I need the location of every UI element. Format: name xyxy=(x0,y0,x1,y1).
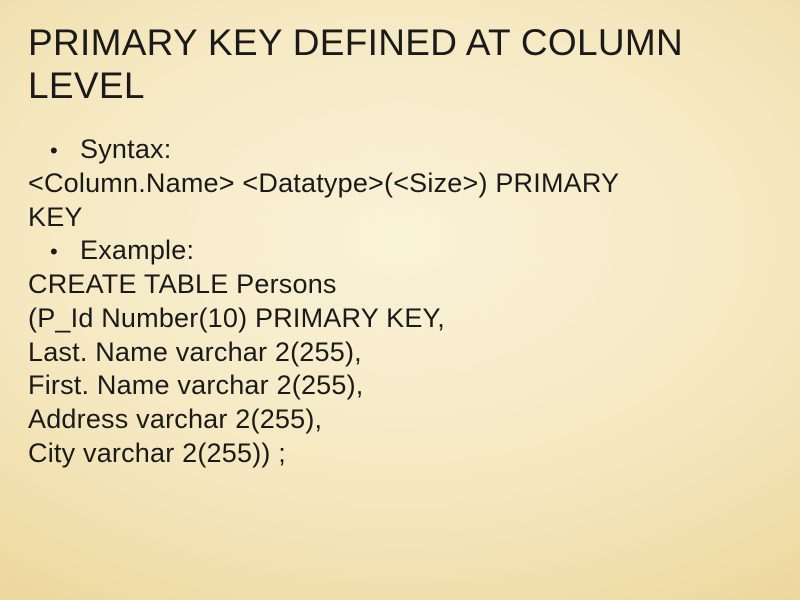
syntax-line-1: <Column.Name> <Datatype>(<Size>) PRIMARY xyxy=(28,167,772,201)
example-line-6: City varchar 2(255)) ; xyxy=(28,437,772,471)
example-line-3: Last. Name varchar 2(255), xyxy=(28,336,772,370)
bullet-dot-icon: • xyxy=(28,238,80,266)
bullet-syntax-label: Syntax: xyxy=(80,133,171,167)
bullet-example-label: Example: xyxy=(80,234,194,268)
syntax-line-2: KEY xyxy=(28,201,772,235)
example-line-5: Address varchar 2(255), xyxy=(28,403,772,437)
bullet-example: • Example: xyxy=(28,234,772,268)
bullet-syntax: • Syntax: xyxy=(28,133,772,167)
slide-title: PRIMARY KEY DEFINED AT COLUMN LEVEL xyxy=(28,22,772,107)
slide: PRIMARY KEY DEFINED AT COLUMN LEVEL • Sy… xyxy=(0,0,800,600)
example-line-1: CREATE TABLE Persons xyxy=(28,268,772,302)
example-line-4: First. Name varchar 2(255), xyxy=(28,369,772,403)
slide-content: • Syntax: <Column.Name> <Datatype>(<Size… xyxy=(28,133,772,471)
example-line-2: (P_Id Number(10) PRIMARY KEY, xyxy=(28,302,772,336)
bullet-dot-icon: • xyxy=(28,137,80,165)
